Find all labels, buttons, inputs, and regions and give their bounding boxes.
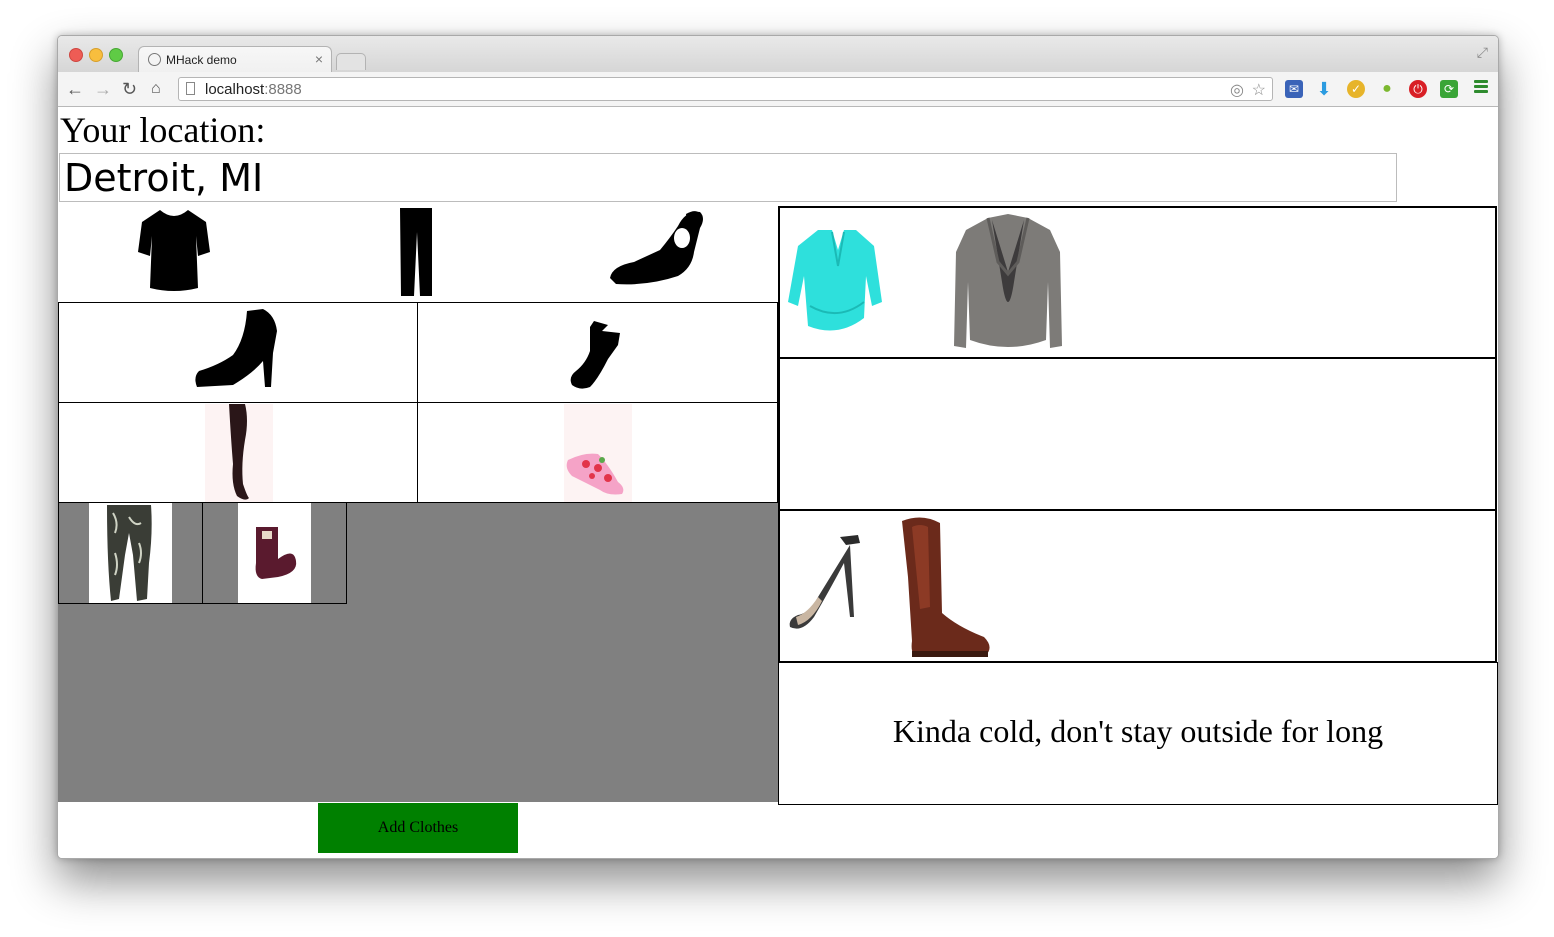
adblock-extension-icon[interactable]: ⏻ [1409,80,1427,98]
wardrobe-slot-sock [417,302,778,403]
lace-leggings-item[interactable] [89,503,172,603]
category-row [58,202,778,302]
url-port: :8888 [264,81,302,98]
menu-icon[interactable] [1474,80,1488,95]
browser-toolbar: ← → ↻ ⌂ localhost:8888 ◎ ☆ ✉ ⬇ ✓ ● ⏻ ⟳ [58,72,1498,107]
green-extension-icon[interactable]: ⟳ [1440,80,1458,98]
back-arrow-icon[interactable]: ← [66,77,84,101]
address-bar[interactable]: localhost:8888 ◎ ☆ [178,77,1273,101]
close-window-button[interactable] [69,48,83,62]
bookmark-star-icon[interactable]: ☆ [1252,80,1266,100]
brown-riding-boots-item[interactable] [898,517,994,659]
reload-icon[interactable]: ↻ [122,77,137,101]
page-content: Your location: Detroit, MI Kinda cold, d… [58,107,1498,858]
wardrobe-slot-maroon-socks [202,502,347,604]
gray-blazer-item[interactable] [952,212,1064,356]
wardrobe-slot-lace-leggings [58,502,203,604]
maximize-window-button[interactable] [109,48,123,62]
outfit-bottoms-row [778,357,1497,511]
pants-icon[interactable] [398,208,434,298]
location-target-icon[interactable]: ◎ [1230,80,1244,100]
url-text: localhost:8888 [205,81,302,98]
location-input[interactable] [59,153,1397,202]
heel-boot-icon[interactable] [193,309,279,389]
fullscreen-icon[interactable]: ⤢ [1477,44,1488,61]
download-extension-icon[interactable]: ⬇ [1315,80,1333,98]
outfit-shoes-row [778,509,1497,663]
strawberry-socks-item[interactable] [564,404,632,502]
home-icon[interactable]: ⌂ [151,77,161,101]
chrome-extension-icon[interactable]: ✓ [1347,80,1365,98]
android-extension-icon[interactable]: ● [1378,80,1396,98]
ankle-strap-heels-item[interactable] [788,533,864,633]
wardrobe-panel [58,202,778,802]
weather-message: Kinda cold, don't stay outside for long [892,713,1384,749]
page-icon [186,82,195,95]
outfit-tops-row [778,206,1497,359]
url-host: localhost [205,81,265,98]
browser-tab[interactable]: MHack demo × [138,46,332,73]
add-clothes-button[interactable]: Add Clothes [318,803,518,853]
forward-arrow-icon[interactable]: → [94,77,112,101]
tab-title: MHack demo [166,53,237,67]
minimize-window-button[interactable] [89,48,103,62]
weather-advice-box: Kinda cold, don't stay outside for long [778,662,1498,805]
mail-extension-icon[interactable]: ✉ [1285,80,1303,98]
top-icon[interactable] [138,206,210,292]
browser-window: MHack demo × ⤢ ← → ↻ ⌂ localhost:8888 ◎ … [57,35,1499,859]
outfit-panel: Kinda cold, don't stay outside for long [778,206,1498,806]
tights-item[interactable] [205,404,273,502]
location-label: Your location: [60,110,266,150]
sandal-icon[interactable] [608,208,706,286]
wardrobe-slot-heel-boot [58,302,419,403]
globe-icon [148,53,161,66]
wardrobe-slot-strawberry-socks [417,402,778,503]
tab-close-icon[interactable]: × [315,51,323,67]
new-tab-button[interactable] [336,53,366,70]
maroon-socks-item[interactable] [238,503,311,603]
turquoise-blouse-item[interactable] [788,226,884,338]
title-bar: MHack demo × ⤢ [58,36,1498,73]
wardrobe-slot-tights [58,402,419,503]
sock-icon[interactable] [568,319,624,389]
